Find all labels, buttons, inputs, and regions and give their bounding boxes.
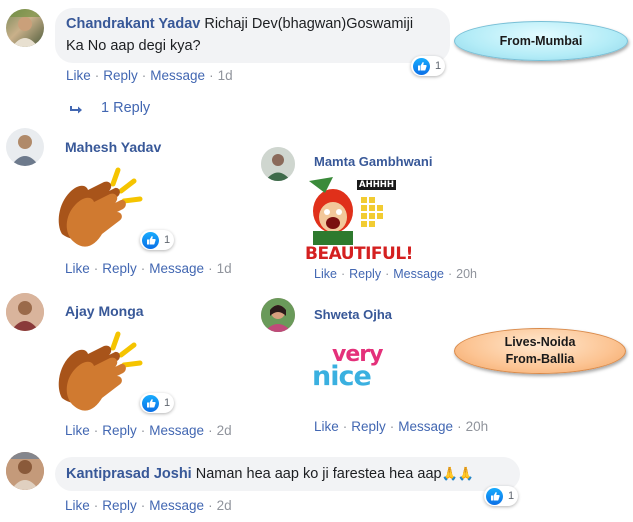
like-link[interactable]: Like <box>65 423 90 438</box>
comment-text-line2: Ka No aap degi kya? <box>66 38 201 54</box>
comment-actions: Like · Reply · Message · 20h <box>314 267 478 281</box>
like-link[interactable]: Like <box>65 498 90 513</box>
callout-lives-noida: Lives-Noida From-Ballia <box>454 328 626 374</box>
reaction-count[interactable]: 1 <box>140 393 175 413</box>
message-link[interactable]: Message <box>398 419 453 434</box>
message-link[interactable]: Message <box>149 261 204 276</box>
message-link[interactable]: Message <box>149 498 204 513</box>
reply-arrow-icon <box>70 102 84 114</box>
like-link[interactable]: Like <box>314 267 337 281</box>
reply-link[interactable]: Reply <box>102 423 137 438</box>
message-link[interactable]: Message <box>149 423 204 438</box>
commenter-name[interactable]: Mamta Gambhwani <box>314 154 432 169</box>
clapping-hands-icon <box>52 328 150 416</box>
commenter-name[interactable]: Shweta Ojha <box>314 307 392 322</box>
avatar-ajay[interactable] <box>6 293 44 331</box>
reply-link[interactable]: Reply <box>351 419 386 434</box>
comment-time[interactable]: 20h <box>466 419 489 434</box>
avatar-mamta[interactable] <box>261 147 295 181</box>
callout-line1: Lives-Noida <box>504 335 576 349</box>
sticker-text-bottom: nice <box>312 361 372 392</box>
comment-time[interactable]: 1d <box>217 261 232 276</box>
view-replies-link[interactable]: 1 Reply <box>101 100 150 116</box>
avatar-shweta[interactable] <box>261 298 295 332</box>
clapping-hands-icon <box>52 164 150 252</box>
like-icon <box>142 231 159 249</box>
comment-actions: Like · Reply · Message · 2d <box>65 423 232 438</box>
avatar-chandrakant[interactable] <box>6 9 44 47</box>
comment-text-line1: Chandrakant Yadav Richaji Dev(bhagwan)Go… <box>66 16 414 32</box>
message-link[interactable]: Message <box>150 68 205 83</box>
callout-line2: From-Ballia <box>505 352 575 366</box>
message-link[interactable]: Message <box>393 267 444 281</box>
avatar-mahesh[interactable] <box>6 128 44 166</box>
like-icon <box>413 57 430 75</box>
reply-link[interactable]: Reply <box>349 267 381 281</box>
reaction-count[interactable]: 1 <box>140 230 175 250</box>
folded-hands-icon: 🙏🙏 <box>441 466 474 481</box>
comment-time[interactable]: 2d <box>217 498 232 513</box>
like-link[interactable]: Like <box>65 261 90 276</box>
avatar-kantiprasad[interactable] <box>6 452 44 490</box>
reply-link[interactable]: Reply <box>103 68 138 83</box>
like-icon <box>142 394 159 412</box>
comment-time[interactable]: 20h <box>456 267 477 281</box>
reaction-count[interactable]: 1 <box>411 56 446 76</box>
reaction-count[interactable]: 1 <box>484 486 519 506</box>
comment-actions: Like · Reply · Message · 1d <box>66 68 233 83</box>
reply-link[interactable]: Reply <box>102 498 137 513</box>
reply-link[interactable]: Reply <box>102 261 137 276</box>
comment-text: Kantiprasad Joshi Naman hea aap ko ji fa… <box>66 466 474 482</box>
callout-from-mumbai: From-Mumbai <box>454 21 628 61</box>
very-nice-sticker: very nice <box>308 344 388 400</box>
like-icon <box>486 487 503 505</box>
commenter-name[interactable]: Mahesh Yadav <box>65 139 161 155</box>
like-link[interactable]: Like <box>314 419 339 434</box>
sticker-shout-text: AHHHH <box>357 180 397 190</box>
like-link[interactable]: Like <box>66 68 91 83</box>
comment-actions: Like · Reply · Message · 20h <box>314 419 489 434</box>
comment-time[interactable]: 1d <box>218 68 233 83</box>
comment-time[interactable]: 2d <box>217 423 232 438</box>
comment-actions: Like · Reply · Message · 1d <box>65 261 232 276</box>
commenter-name[interactable]: Kantiprasad Joshi <box>66 466 192 482</box>
sticker-text: BEAUTIFUL! <box>305 244 413 264</box>
commenter-name[interactable]: Ajay Monga <box>65 303 144 319</box>
commenter-name[interactable]: Chandrakant Yadav <box>66 16 200 32</box>
comment-actions: Like · Reply · Message · 2d <box>65 498 232 513</box>
